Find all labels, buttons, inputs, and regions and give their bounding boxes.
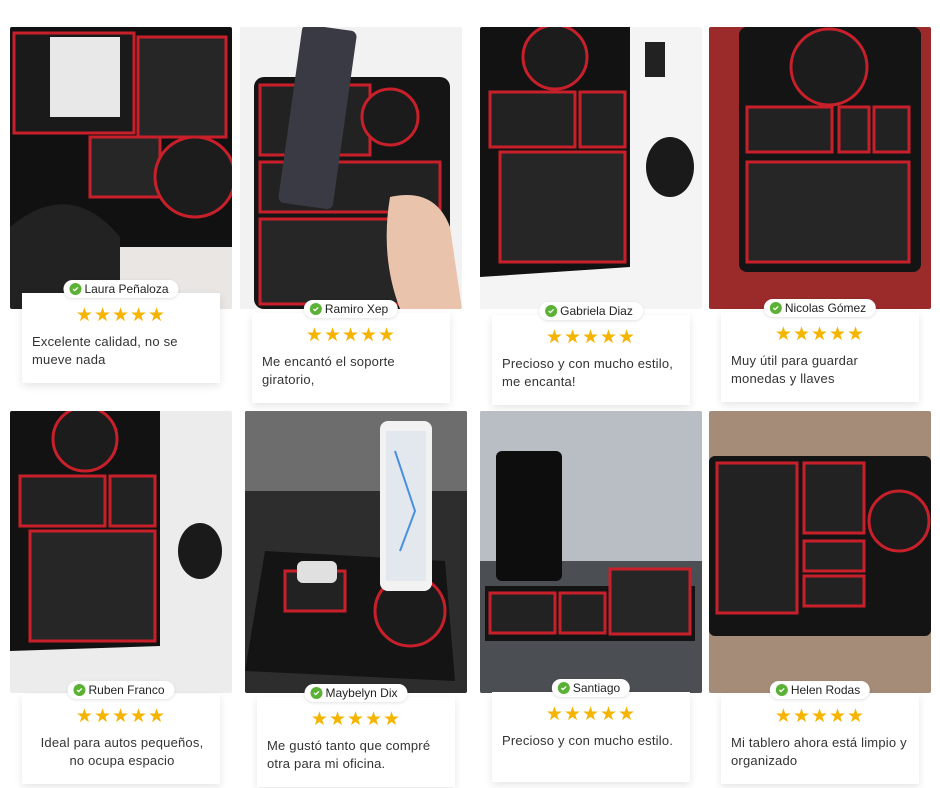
review-box: Maybelyn Dix ★★★★★ Me gustó tanto que co… [257,684,455,787]
reviewer-tag: Nicolas Gómez [763,299,877,317]
verified-check-icon [309,303,322,315]
review-box: Santiago ★★★★★ Precioso y con mucho esti… [492,679,690,782]
verified-check-icon [769,302,782,314]
reviewer-name: Helen Rodas [790,683,861,697]
reviewer-name: Gabriela Diaz [560,304,633,318]
reviewer-name: Santiago [572,681,621,695]
star-rating: ★★★★★ [545,327,637,348]
reviewer-name: Nicolas Gómez [784,301,867,315]
review-text: Me gustó tanto que compré otra para mi o… [267,738,431,771]
star-rating: ★★★★★ [305,325,397,346]
review-box: Nicolas Gómez ★★★★★ Muy útil para guarda… [721,299,919,402]
star-rating: ★★★★★ [310,709,402,730]
star-rating: ★★★★★ [774,324,866,345]
reviewer-tag: Ruben Franco [67,681,175,699]
verified-check-icon [557,682,570,694]
verified-check-icon [73,684,86,696]
product-photo [10,27,232,309]
product-photo [10,411,232,693]
product-photo [480,27,702,309]
review-text: Ideal para autos pequeños, no ocupa espa… [40,735,204,768]
reviewer-tag: Laura Peñaloza [63,280,179,298]
verified-check-icon [310,687,323,699]
reviewer-name: Maybelyn Dix [325,686,398,700]
reviewer-name: Laura Peñaloza [84,282,169,296]
reviewer-tag: Maybelyn Dix [304,684,408,702]
product-photo [245,411,467,693]
verified-check-icon [69,283,82,295]
review-text: Precioso y con mucho estilo. [502,733,674,748]
product-photo [480,411,702,693]
review-box: Laura Peñaloza ★★★★★ Excelente calidad, … [22,280,220,383]
product-photo [709,27,931,309]
review-text: Muy útil para guardar monedas y llaves [731,353,859,386]
star-rating: ★★★★★ [774,706,866,727]
product-photo [709,411,931,693]
review-box: Helen Rodas ★★★★★ Mi tablero ahora está … [721,681,919,784]
reviewer-name: Ruben Franco [88,683,165,697]
review-text: Precioso y con mucho estilo, me encanta! [502,356,674,389]
review-box: Ramiro Xep ★★★★★ Me encantó el soporte g… [252,300,450,403]
star-rating: ★★★★★ [75,706,167,727]
review-text: Me encantó el soporte giratorio, [262,354,395,387]
reviewer-tag: Ramiro Xep [303,300,399,318]
reviewer-name: Ramiro Xep [324,302,389,316]
product-photo [240,27,462,309]
review-box: Gabriela Diaz ★★★★★ Precioso y con mucho… [492,302,690,405]
review-text: Excelente calidad, no se mueve nada [32,334,178,367]
reviewer-tag: Gabriela Diaz [539,302,643,320]
review-box: Ruben Franco ★★★★★ Ideal para autos pequ… [22,681,220,784]
verified-check-icon [775,684,788,696]
star-rating: ★★★★★ [545,704,637,725]
verified-check-icon [545,305,558,317]
reviewer-tag: Santiago [551,679,631,697]
review-text: Mi tablero ahora está limpio y organizad… [731,735,907,768]
star-rating: ★★★★★ [75,305,167,326]
reviewer-tag: Helen Rodas [769,681,871,699]
